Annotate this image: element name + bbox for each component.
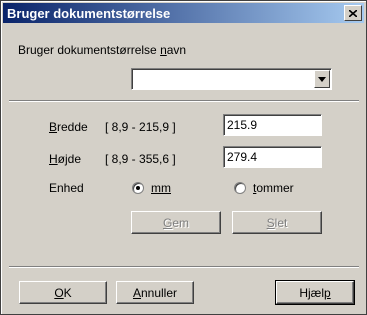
delete-button[interactable]: Slet: [232, 211, 322, 234]
height-input[interactable]: 279.4: [223, 146, 322, 168]
ok-button[interactable]: OK: [19, 281, 107, 304]
height-range: [ 8,9 - 355,6 ]: [105, 152, 176, 166]
width-range: [ 8,9 - 215,9 ]: [105, 120, 176, 134]
unit-mm-radio[interactable]: [132, 182, 144, 194]
name-label: Bruger dokumentstørrelse navn: [18, 43, 187, 57]
custom-paper-size-dialog: Bruger dokumentstørrelse Bruger dokument…: [0, 0, 367, 315]
size-name-combobox[interactable]: [131, 68, 332, 90]
close-button[interactable]: [344, 5, 362, 21]
save-button-label: Gem: [162, 215, 189, 230]
combobox-dropdown-button[interactable]: [314, 70, 330, 88]
height-label: Højde: [49, 152, 82, 166]
width-label: Bredde: [49, 120, 88, 134]
separator-top: [9, 100, 359, 102]
delete-button-label: Slet: [266, 215, 288, 230]
width-input[interactable]: 215.9: [223, 114, 322, 136]
unit-label: Enhed: [49, 181, 84, 195]
dialog-title: Bruger dokumentstørrelse: [7, 6, 171, 21]
unit-inch-label: tommer: [253, 181, 294, 195]
separator-bottom: [9, 266, 359, 268]
radio-selected-dot: [136, 186, 140, 190]
cancel-button-label: Annuller: [132, 285, 178, 300]
height-value: 279.4: [227, 150, 258, 164]
help-button-label: Hjælp: [299, 285, 331, 300]
close-icon: [349, 9, 357, 17]
help-button[interactable]: Hjælp: [275, 280, 355, 305]
title-bar: Bruger dokumentstørrelse: [3, 3, 364, 23]
chevron-down-icon: [318, 76, 326, 82]
cancel-button[interactable]: Annuller: [116, 281, 194, 304]
ok-button-label: OK: [54, 285, 72, 300]
unit-mm-label: mm: [151, 181, 171, 195]
unit-inch-radio[interactable]: [234, 182, 246, 194]
save-button[interactable]: Gem: [131, 211, 221, 234]
width-value: 215.9: [227, 118, 258, 132]
